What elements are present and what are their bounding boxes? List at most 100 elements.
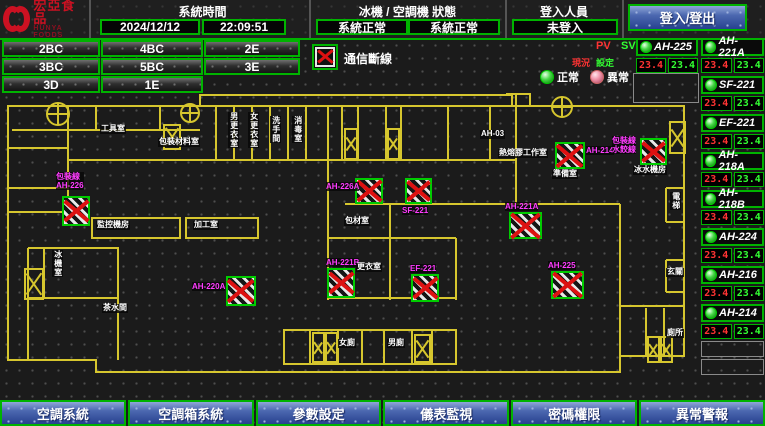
ahu-panel-ah-218a[interactable]: AH-218A [701, 152, 764, 170]
comm-fail-equipment-box[interactable] [509, 212, 542, 239]
floor-button-1e[interactable]: 1E [101, 76, 203, 93]
equipment-unit-label: AH-221A [505, 202, 538, 211]
ahu-sv-value: 23.4 [734, 286, 765, 301]
green-led-icon [705, 117, 717, 129]
spiral-stair-icon [552, 97, 572, 117]
ahu-sv-value: 23.4 [734, 58, 765, 73]
ahu-panel-label: AH-218A [718, 149, 762, 173]
ahu-sv-value: 23.4 [734, 324, 765, 339]
green-led-icon [640, 41, 652, 53]
system-date-display: 2024/12/12 [100, 19, 200, 35]
brand-name: 宏亞食品 [33, 0, 89, 25]
header-divider [505, 0, 507, 38]
brand-subname: HUNYA FOODS [33, 25, 89, 39]
floor-button-3bc[interactable]: 3BC [2, 58, 100, 75]
ahu-panel-sf-221[interactable]: SF-221 [701, 76, 764, 94]
room-label: 加工室 [193, 221, 219, 230]
ahu-unit-ah-214: AH-214 23.423.4 [701, 304, 764, 339]
green-led-icon [540, 70, 554, 84]
normal-legend-label: 正常 [557, 69, 579, 85]
login-logout-button[interactable]: 登入/登出 [628, 4, 747, 31]
ahu-unit-ef-221: EF-221 23.423.4 [701, 114, 764, 149]
ahu-panel-ah-216[interactable]: AH-216 [701, 266, 764, 284]
ahu-sv-value: 23.4 [734, 210, 765, 225]
equipment-unit-label: EF-221 [410, 264, 436, 273]
footer-button-1[interactable]: 空調系統 [0, 400, 126, 426]
ahu-panel-ef-221[interactable]: EF-221 [701, 114, 764, 132]
spiral-stair-icon [181, 104, 199, 122]
ahu-unit-ah-225: AH-22523.423.4 [636, 38, 698, 73]
room-label: 包材室 [344, 217, 370, 226]
ahu-panel-ah-214[interactable]: AH-214 [701, 304, 764, 322]
ahu-sv-value: 23.4 [734, 96, 765, 111]
floor-button-4bc[interactable]: 4BC [101, 40, 203, 57]
room-label: 包裝材料室 [158, 138, 200, 147]
room-label: 女廁 [338, 339, 356, 348]
footer-button-2[interactable]: 空調箱系統 [128, 400, 254, 426]
footer-button-4[interactable]: 儀表監視 [383, 400, 509, 426]
floor-nav-grid: 2BC4BC2E 3BC5BC3E 3D1E [2, 40, 304, 93]
ahu-panel-label: SF-221 [719, 79, 755, 91]
room-label: 男更衣室 [228, 112, 239, 148]
ahu-values: 23.423.4 [701, 58, 764, 73]
footer-button-6[interactable]: 異常警報 [639, 400, 765, 426]
ahu-pv-value: 23.4 [701, 96, 732, 111]
green-led-icon [705, 231, 717, 243]
stair-marker [647, 336, 660, 363]
room-label: 消毒室 [292, 116, 303, 143]
logo-ring-icon [11, 6, 30, 32]
header-divider [622, 0, 624, 38]
floor-button-5bc[interactable]: 5BC [101, 58, 203, 75]
ahu-panel-ah-225[interactable]: AH-225 [636, 38, 698, 56]
equipment-unit-label: AH-214 [586, 146, 614, 155]
room-label: 熱熔膠工作室 [498, 149, 548, 158]
normal-legend: 正常 [540, 69, 579, 85]
chiller-status-display: 系統正常 [316, 19, 408, 35]
comm-fail-equipment-box[interactable] [327, 268, 355, 298]
floor-button-2bc[interactable]: 2BC [2, 40, 100, 57]
comm-fail-equipment-box[interactable] [226, 276, 256, 306]
green-led-icon [705, 41, 716, 53]
ahu-pv-value: 23.4 [701, 324, 732, 339]
ahu-values: 23.423.4 [701, 172, 764, 187]
comm-fail-equipment-box[interactable] [640, 138, 667, 165]
equipment-unit-label: AH-226A [326, 182, 359, 191]
equipment-unit-label: AH-221B [326, 258, 359, 267]
footer-button-5[interactable]: 密碼權限 [511, 400, 637, 426]
spiral-stair-icon [47, 103, 69, 125]
ahu-pv-value: 23.4 [701, 286, 732, 301]
equipment-unit-label: SF-221 [402, 206, 428, 215]
comm-fail-equipment-box[interactable] [555, 142, 585, 169]
comm-fail-equipment-box[interactable] [405, 178, 432, 204]
ahu-values: 23.423.4 [701, 248, 764, 263]
equipment-unit-label: 包裝線 水餃線 [612, 136, 636, 154]
footer-button-3[interactable]: 參數設定 [256, 400, 382, 426]
comm-fail-equipment-box[interactable] [411, 274, 439, 302]
ahu-values: 23.423.4 [701, 134, 764, 149]
ahu-panel-label: AH-216 [719, 269, 757, 281]
ahu-panel-ah-218b[interactable]: AH-218B [701, 190, 764, 208]
ahu-panel-label: EF-221 [719, 117, 755, 129]
equipment-unit-label: 包裝線 AH-226 [56, 172, 84, 190]
floor-button-3e[interactable]: 3E [204, 58, 300, 75]
red-led-icon [590, 70, 604, 84]
equipment-unit-label: AH-220A [192, 282, 225, 291]
comm-fail-equipment-box[interactable] [62, 196, 90, 226]
ahu-panel-label: AH-218B [718, 187, 762, 211]
ahu-values: 23.423.4 [701, 96, 764, 111]
floor-button-3d[interactable]: 3D [2, 76, 100, 93]
ahu-panel-label: AH-225 [654, 41, 692, 53]
floor-button-2e[interactable]: 2E [204, 40, 300, 57]
stair-marker [24, 268, 44, 300]
ahu-unit-ah-218b: AH-218B23.423.4 [701, 190, 764, 225]
header-divider [89, 0, 91, 38]
system-clock-display: 22:09:51 [202, 19, 286, 35]
comm-fail-equipment-box[interactable] [551, 271, 584, 299]
ahu-sv-value: 23.4 [734, 248, 765, 263]
ahu-panel-label: AH-221A [718, 35, 762, 59]
ahu-pv-value: 23.4 [701, 210, 732, 225]
ahu-panel-ah-224[interactable]: AH-224 [701, 228, 764, 246]
ahu-panel-ah-221a[interactable]: AH-221A [701, 38, 764, 56]
machine-status-label: 冰機 / 空調機 狀態 [315, 3, 500, 20]
comm-fail-legend-icon [312, 44, 338, 70]
